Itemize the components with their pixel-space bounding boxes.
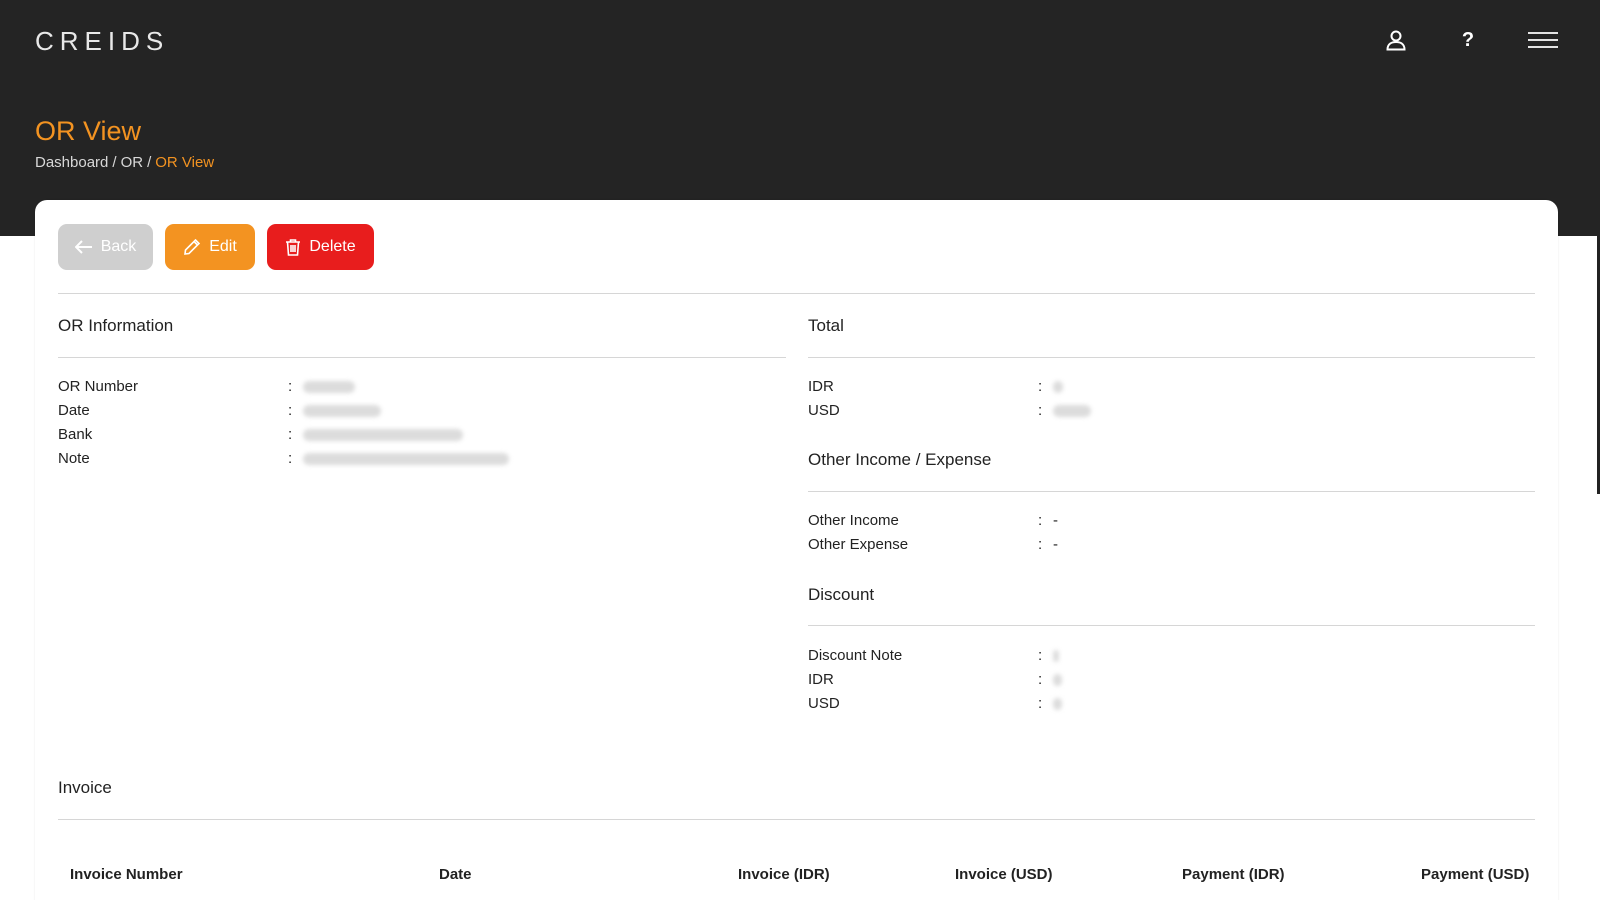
bank-value [303,429,463,441]
app-logo[interactable]: CREIDS [35,26,169,57]
discount-idr-value [1053,674,1062,686]
breadcrumb-dashboard[interactable]: Dashboard [35,154,108,171]
invoice-title: Invoice [58,778,112,797]
other-expense-label: Other Expense [808,536,909,553]
total-idr-value [1053,381,1063,393]
discount-note-value [1053,650,1059,662]
user-icon[interactable] [1382,26,1410,54]
discount-usd-row: USD : [808,695,1062,712]
discount-note-label: Discount Note [808,647,903,664]
arrow-left-icon [74,240,92,254]
divider [58,293,1535,294]
edit-label: Edit [209,238,237,255]
date-label: Date [58,402,90,419]
breadcrumb-separator: / [112,154,117,171]
other-expense-row: Other Expense : - [808,536,1058,553]
colon: : [1038,536,1043,553]
pencil-icon [184,238,201,255]
note-row: Note : [58,450,509,467]
colon: : [288,402,293,419]
divider [58,357,786,358]
col-payment-usd[interactable]: Payment (USD) [1421,866,1529,883]
discount-title: Discount [808,585,875,604]
col-payment-idr[interactable]: Payment (IDR) [1182,866,1285,883]
other-income-row: Other Income : - [808,512,1058,529]
colon: : [1038,378,1043,395]
breadcrumb-or[interactable]: OR [121,154,144,171]
or-number-row: OR Number : [58,378,355,395]
colon: : [1038,512,1043,529]
help-icon[interactable]: ? [1454,26,1482,54]
colon: : [1038,695,1043,712]
trash-icon [286,239,301,256]
discount-idr-row: IDR : [808,671,1062,688]
discount-note-row: Discount Note : [808,647,1059,664]
breadcrumb: Dashboard / OR / OR View [35,154,214,171]
page-title: OR View [35,116,142,146]
other-income-label: Other Income [808,512,899,529]
divider [58,819,1535,820]
bank-row: Bank : [58,426,463,443]
colon: : [1038,647,1043,664]
date-row: Date : [58,402,381,419]
discount-usd-label: USD [808,695,840,712]
col-date[interactable]: Date [439,866,472,883]
date-value [303,405,381,417]
edit-button[interactable]: Edit [165,224,255,270]
colon: : [288,426,293,443]
note-label: Note [58,450,90,467]
total-idr-label: IDR [808,378,834,395]
discount-idr-label: IDR [808,671,834,688]
colon: : [288,378,293,395]
breadcrumb-separator: / [147,154,152,171]
or-information-title: OR Information [58,316,174,335]
breadcrumb-current: OR View [155,154,215,171]
colon: : [1038,402,1043,419]
total-usd-row: USD : [808,402,1091,419]
delete-button[interactable]: Delete [267,224,374,270]
divider [808,625,1535,626]
other-income-value: - [1053,512,1058,529]
col-invoice-number[interactable]: Invoice Number [70,866,183,883]
discount-usd-value [1053,698,1062,710]
or-number-label: OR Number [58,378,139,395]
colon: : [1038,671,1043,688]
total-usd-label: USD [808,402,840,419]
other-expense-value: - [1053,536,1058,553]
col-invoice-usd[interactable]: Invoice (USD) [955,866,1053,883]
back-label: Back [100,238,137,255]
divider [808,491,1535,492]
note-value [303,453,509,465]
or-number-value [303,381,355,393]
menu-icon[interactable] [1527,26,1559,54]
total-idr-row: IDR : [808,378,1063,395]
back-button[interactable]: Back [58,224,153,270]
or-detail-card: Back Edit Delete OR Information OR Numbe… [35,200,1558,900]
other-income-expense-title: Other Income / Expense [808,450,992,469]
total-title: Total [808,316,844,335]
divider [808,357,1535,358]
colon: : [288,450,293,467]
total-usd-value [1053,405,1091,417]
col-invoice-idr[interactable]: Invoice (IDR) [738,866,830,883]
bank-label: Bank [58,426,93,443]
delete-label: Delete [309,238,356,255]
